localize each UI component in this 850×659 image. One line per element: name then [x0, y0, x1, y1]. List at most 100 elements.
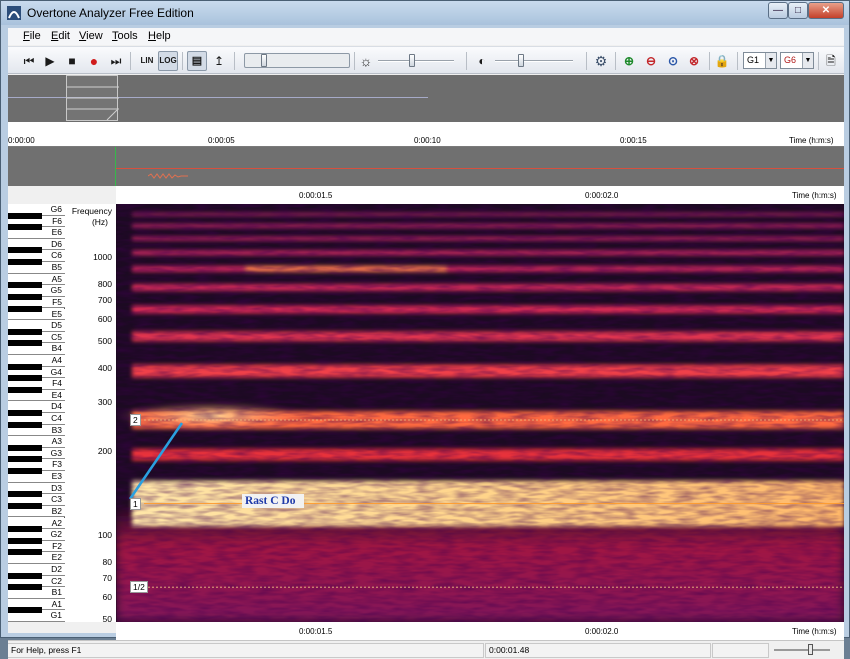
piano-black-key[interactable] [8, 526, 42, 533]
frequency-label: 300 [97, 397, 112, 408]
piano-black-key[interactable] [8, 386, 42, 393]
spectrogram[interactable]: Rast C Do 211/21/3 [116, 204, 844, 622]
piano-black-key[interactable] [8, 537, 42, 544]
menu-tools[interactable]: Tools [112, 30, 138, 42]
brightness-slider[interactable] [378, 60, 454, 62]
piano-key-label: B2 [51, 505, 62, 516]
toolbar-separator [182, 52, 183, 70]
high-note-select[interactable]: G6 ▼ [780, 52, 814, 69]
zoom-out-icon[interactable]: ⊖ [641, 51, 661, 71]
menu-file[interactable]: File [23, 30, 41, 42]
piano-key-label: F6 [52, 215, 62, 226]
window-title: Overtone Analyzer Free Edition [27, 6, 194, 20]
toolbar-separator [586, 52, 587, 70]
skip-to-start-icon[interactable]: ⏮ [19, 51, 39, 71]
zoom-slider[interactable] [774, 649, 830, 651]
piano-black-key[interactable] [8, 410, 42, 416]
log-scale-button[interactable]: LOG [158, 51, 178, 71]
toolbar-separator [130, 52, 131, 70]
piano-key-label: C3 [51, 494, 62, 505]
zoom-fit-icon[interactable]: ⊙ [663, 51, 683, 71]
chevron-down-icon[interactable]: ▼ [802, 53, 813, 68]
piano-key-label: A4 [51, 354, 62, 365]
play-icon[interactable]: ▶ [40, 51, 60, 71]
frequency-label: 400 [97, 362, 112, 373]
new-page-icon[interactable]: 🗎 [821, 51, 841, 71]
zoom-reset-icon[interactable]: ⊗ [684, 51, 704, 71]
playback-cursor[interactable] [115, 147, 116, 186]
display-mode-icon[interactable]: ▤ [187, 51, 207, 71]
zoom-slider-thumb[interactable] [808, 644, 813, 655]
piano-black-key[interactable] [8, 282, 42, 289]
contrast-slider[interactable] [495, 60, 573, 62]
zoom-in-icon[interactable]: ⊕ [619, 51, 639, 71]
piano-keyboard[interactable]: G6 F6 E6 D6 C6 B5 A5 G5 F5 E5 D5 C5 B4 A4 G4 F4 E4 D4 C4 B3… [8, 204, 65, 622]
piano-black-key[interactable] [8, 212, 42, 219]
piano-key-label: F4 [52, 378, 62, 389]
lock-icon[interactable]: 🔒 [712, 51, 732, 71]
piano-black-key[interactable] [8, 259, 42, 266]
title-bar[interactable]: Overtone Analyzer Free Edition — □ ✕ [1, 1, 849, 25]
menu-help[interactable]: Help [148, 30, 171, 42]
gear-icon[interactable]: ⚙ [591, 51, 611, 71]
piano-key-label: C5 [51, 331, 62, 342]
piano-black-key[interactable] [8, 247, 42, 254]
piano-black-key[interactable] [8, 584, 42, 591]
minimize-button[interactable]: — [768, 2, 788, 19]
low-note-value: G1 [747, 55, 760, 65]
toolbar-separator [818, 52, 819, 70]
piano-key-label: B4 [51, 343, 62, 354]
menu-edit[interactable]: Edit [51, 30, 70, 42]
piano-black-key[interactable] [8, 328, 42, 335]
overtone-marker[interactable]: 2 [130, 413, 141, 426]
contrast-slider-thumb[interactable] [518, 54, 524, 67]
position-slider[interactable] [244, 53, 350, 68]
detail-time-axis-top: 0:00:01.5 0:00:02.0 Time (h:m:s) [116, 186, 844, 204]
piano-black-key[interactable] [8, 444, 42, 451]
piano-black-key[interactable] [8, 305, 42, 312]
piano-black-key[interactable] [8, 363, 42, 370]
overtone-marker[interactable]: 1 [130, 497, 141, 510]
menu-bar: File Edit View Tools Help [8, 28, 844, 45]
annotation-label[interactable]: Rast C Do [242, 494, 305, 508]
piano-black-key[interactable] [8, 549, 42, 556]
piano-black-key[interactable] [8, 607, 42, 614]
piano-black-key[interactable] [8, 491, 42, 498]
frequency-label: 70 [102, 572, 112, 583]
close-button[interactable]: ✕ [808, 2, 844, 19]
position-slider-thumb[interactable] [261, 54, 267, 67]
piano-key-label: E3 [51, 471, 62, 482]
skip-to-end-icon[interactable]: ⏭ [106, 51, 126, 71]
piano-black-key[interactable] [8, 224, 42, 231]
piano-black-key[interactable] [8, 375, 42, 382]
lin-scale-button[interactable]: LIN [137, 51, 157, 71]
piano-key-label: D5 [51, 320, 62, 331]
maximize-button[interactable]: □ [788, 2, 808, 19]
piano-black-key[interactable] [8, 572, 42, 579]
selection-grid [67, 86, 119, 121]
record-icon[interactable]: ● [84, 51, 104, 71]
brightness-slider-thumb[interactable] [409, 54, 415, 67]
low-note-select[interactable]: G1 ▼ [743, 52, 777, 69]
overtone-marker[interactable]: 1/2 [130, 581, 148, 594]
piano-black-key[interactable] [8, 502, 42, 509]
detail-waveform[interactable] [8, 147, 844, 186]
piano-black-key[interactable] [8, 421, 42, 428]
piano-key-label: E4 [51, 389, 62, 400]
toolbar: ⏮ ▶ ■ ● ⏭ LIN LOG ▤ ↥ ☼ ◐ ⚙ ⊕ ⊖ ⊙ ⊗ 🔒 G1… [8, 46, 844, 74]
chevron-down-icon[interactable]: ▼ [765, 53, 776, 68]
piano-key-label: A3 [51, 436, 62, 447]
piano-black-key[interactable] [8, 340, 42, 347]
overview-selection[interactable] [66, 75, 119, 121]
piano-black-key[interactable] [8, 456, 42, 463]
toolbar-separator [234, 52, 235, 70]
overview-waveform[interactable] [8, 75, 844, 122]
menu-view[interactable]: View [79, 30, 103, 42]
time-label: 0:00:02.0 [585, 191, 619, 200]
piano-black-key[interactable] [8, 293, 42, 300]
brightness-icon: ☼ [359, 53, 373, 69]
app-icon [7, 6, 21, 20]
piano-black-key[interactable] [8, 468, 42, 475]
export-icon[interactable]: ↥ [209, 51, 229, 71]
stop-icon[interactable]: ■ [62, 51, 82, 71]
